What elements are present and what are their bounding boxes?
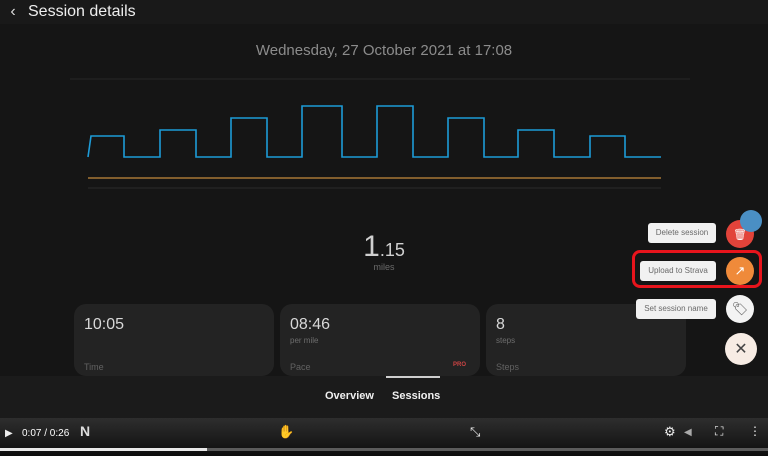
more-vert-icon[interactable]: ⋮ xyxy=(749,424,761,438)
speed-line xyxy=(87,105,661,158)
pace-label: Pace xyxy=(290,362,311,372)
tab-indicator xyxy=(386,376,440,378)
page-title: Session details xyxy=(28,3,136,20)
progress-bar[interactable] xyxy=(0,448,768,451)
upload-to-strava-label[interactable]: Upload to Strava xyxy=(640,261,716,281)
delete-session-label[interactable]: Delete session xyxy=(648,223,716,243)
gear-icon[interactable]: ⚙ xyxy=(664,424,676,440)
tab-sessions[interactable]: Sessions xyxy=(392,390,440,402)
progress-fill xyxy=(0,448,208,451)
distance-stat: 1.15 miles xyxy=(344,230,424,272)
close-icon: ✕ xyxy=(734,341,748,358)
steps-label: Steps xyxy=(496,362,520,372)
time-card[interactable]: 10:05 Time xyxy=(74,304,274,376)
distance-decimal: .15 xyxy=(379,240,405,260)
logo-icon: N xyxy=(80,423,91,439)
set-session-name-button[interactable]: 🏷 xyxy=(726,295,754,323)
time-value: 10:05 xyxy=(84,316,125,333)
upload-to-strava-button[interactable]: ↗ xyxy=(726,257,754,285)
play-icon[interactable]: ▶ xyxy=(5,428,13,439)
top-app-bar: ‹ Session details xyxy=(0,0,768,24)
steps-value: 8 xyxy=(496,316,505,333)
session-content: Wednesday, 27 October 2021 at 17:08 1.15… xyxy=(0,24,768,376)
distance-whole: 1 xyxy=(363,230,380,263)
touch-gesture-icon: ✋ xyxy=(278,424,295,439)
pace-card[interactable]: 08:46 per mile Pace PRO xyxy=(280,304,480,376)
video-player-controls: ▶ 0:07 / 0:26 N ✋ ⤡ ⚙ ◀ ⛶ ⋮ xyxy=(0,418,768,456)
expand-arrows-icon[interactable]: ⤡ xyxy=(470,424,480,440)
time-label: Time xyxy=(84,362,104,372)
fullscreen-icon[interactable]: ⛶ xyxy=(715,424,723,439)
touch-indicator xyxy=(740,210,762,232)
pace-sub: per mile xyxy=(290,336,319,345)
close-menu-button[interactable]: ✕ xyxy=(725,333,757,365)
set-session-name-label[interactable]: Set session name xyxy=(636,299,716,319)
volume-icon[interactable]: ◀ xyxy=(684,427,692,438)
playback-time: 0:07 / 0:26 xyxy=(22,428,70,439)
bottom-tabs: Overview Sessions xyxy=(0,376,768,418)
steps-sub: steps xyxy=(496,336,516,345)
pace-value: 08:46 xyxy=(290,316,331,333)
activity-chart xyxy=(70,78,690,189)
tab-overview[interactable]: Overview xyxy=(325,390,374,402)
distance-unit: miles xyxy=(373,262,395,272)
pro-badge: PRO xyxy=(452,362,466,368)
tag-icon: 🏷 xyxy=(731,301,749,316)
arrow-up-right-icon: ↗ xyxy=(734,263,746,278)
back-arrow-icon[interactable]: ‹ xyxy=(2,3,24,21)
